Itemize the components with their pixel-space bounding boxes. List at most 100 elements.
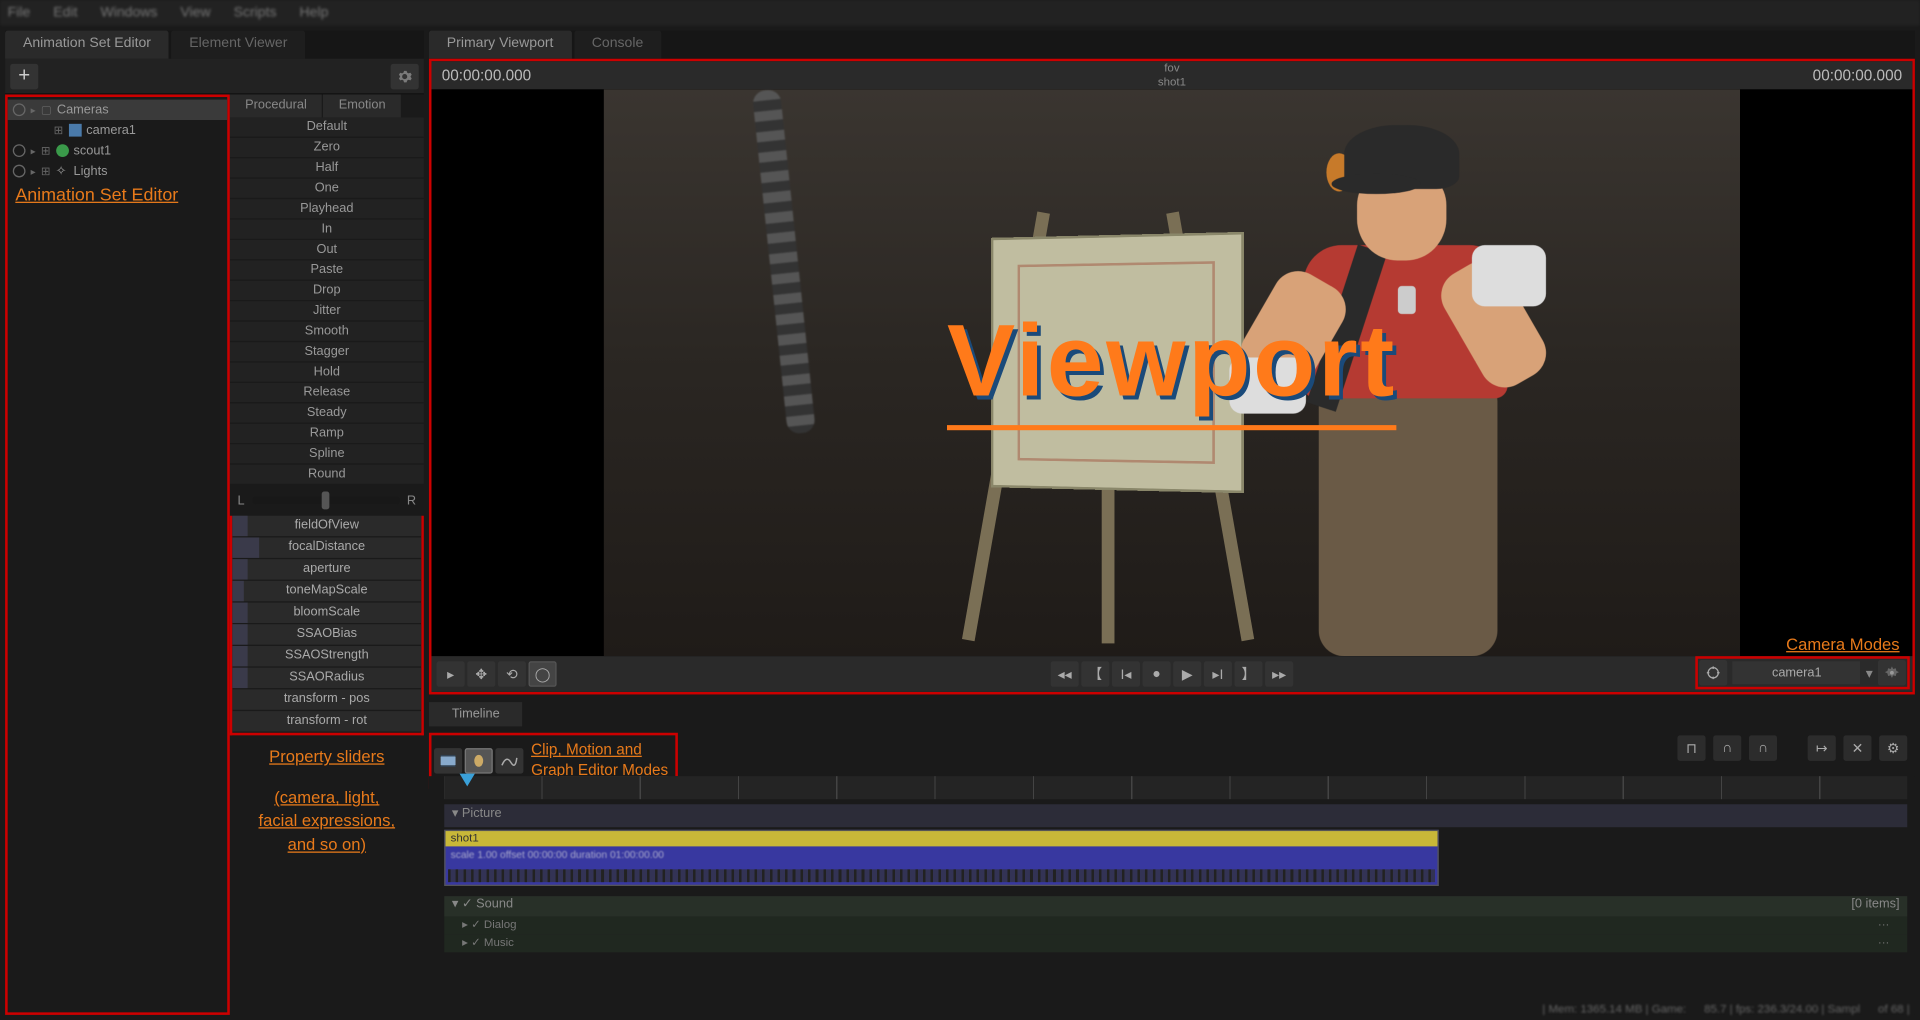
tree-item-camera1[interactable]: ⊞ camera1: [8, 120, 228, 140]
record-button[interactable]: ●: [1143, 661, 1171, 687]
preset-item[interactable]: In: [230, 220, 424, 240]
graph-icon: [500, 753, 518, 768]
property-slider[interactable]: SSAORadius: [232, 668, 421, 688]
tab-element-viewer[interactable]: Element Viewer: [171, 31, 305, 59]
play-button[interactable]: ▶: [1173, 661, 1201, 687]
tree-item-scout1[interactable]: ▸ ⊞ scout1: [8, 140, 228, 160]
property-slider[interactable]: SSAOBias: [232, 624, 421, 644]
settings-button[interactable]: [391, 63, 419, 89]
preset-item[interactable]: Playhead: [230, 199, 424, 219]
lr-balance-slider[interactable]: L R: [230, 485, 424, 516]
expand-box-icon[interactable]: ⊞: [41, 164, 51, 178]
track-label-sound[interactable]: ▾ ✓ Sound [0 items]: [444, 896, 1907, 916]
viewport-render[interactable]: Viewport: [431, 89, 1912, 656]
menu-help[interactable]: Help: [300, 5, 329, 20]
menu-file[interactable]: File: [8, 5, 31, 20]
preset-item[interactable]: Half: [230, 158, 424, 178]
expand-box-icon[interactable]: ▢: [41, 103, 52, 117]
property-slider[interactable]: toneMapScale: [232, 581, 421, 601]
tab-primary-viewport[interactable]: Primary Viewport: [429, 31, 571, 59]
expand-icon[interactable]: ▸: [31, 165, 36, 176]
next-clip-button[interactable]: 】: [1234, 661, 1262, 687]
preset-item[interactable]: Paste: [230, 260, 424, 280]
visibility-icon[interactable]: [13, 165, 26, 178]
tree-item-lights[interactable]: ▸ ⊞ ✧ Lights: [8, 161, 228, 181]
camera-dropdown-icon[interactable]: ▾: [1866, 664, 1873, 681]
menu-edit[interactable]: Edit: [53, 5, 77, 20]
skip-back-button[interactable]: ↦: [1808, 735, 1836, 761]
annotation-viewport: Viewport: [947, 303, 1397, 431]
clip-editor-button[interactable]: [434, 748, 462, 774]
expand-icon[interactable]: ▸: [31, 145, 36, 156]
slider-track[interactable]: [252, 497, 399, 505]
preset-item[interactable]: Steady: [230, 403, 424, 423]
preset-item[interactable]: Drop: [230, 281, 424, 301]
work-camera-button[interactable]: [1700, 660, 1728, 686]
timeline-gear-button[interactable]: ⚙: [1879, 735, 1907, 761]
menu-windows[interactable]: Windows: [100, 5, 157, 20]
tab-emotion[interactable]: Emotion: [323, 94, 400, 117]
timeline-ruler[interactable]: [444, 776, 1907, 799]
viewport-settings-button[interactable]: [1878, 660, 1906, 686]
motion-editor-button[interactable]: [465, 748, 493, 774]
slider-thumb-icon[interactable]: [322, 491, 330, 509]
visibility-icon[interactable]: [13, 103, 26, 116]
property-slider[interactable]: fieldOfView: [232, 516, 421, 536]
menu-bar[interactable]: File Edit Windows View Scripts Help: [0, 0, 1920, 26]
ffwd-button[interactable]: ▸▸: [1265, 661, 1293, 687]
tab-animation-set-editor[interactable]: Animation Set Editor: [5, 31, 169, 59]
expand-icon[interactable]: ▸: [31, 104, 36, 115]
menu-scripts[interactable]: Scripts: [234, 5, 277, 20]
shot-clip[interactable]: shot1 scale 1.00 offset 00:00:00 duratio…: [444, 830, 1439, 886]
add-button[interactable]: +: [10, 63, 38, 89]
preset-item[interactable]: Ramp: [230, 424, 424, 444]
preset-item[interactable]: Out: [230, 240, 424, 260]
preset-item[interactable]: Jitter: [230, 301, 424, 321]
snap-button[interactable]: ∩: [1713, 735, 1741, 761]
move-tool-button[interactable]: ✥: [467, 661, 495, 687]
tree-item-cameras[interactable]: ▸ ▢ Cameras: [8, 100, 228, 120]
preset-item[interactable]: Round: [230, 465, 424, 485]
preset-item[interactable]: One: [230, 179, 424, 199]
viewport-scene: Viewport: [604, 89, 1740, 656]
visibility-icon[interactable]: [13, 144, 26, 157]
property-slider[interactable]: aperture: [232, 559, 421, 579]
property-slider[interactable]: focalDistance: [232, 537, 421, 557]
track-dialog[interactable]: ▸ ✓ Dialog···: [444, 917, 1907, 935]
magnet-button[interactable]: ⊓: [1677, 735, 1705, 761]
filmstrip-icon: [439, 753, 457, 768]
orbit-tool-button[interactable]: ◯: [529, 661, 557, 687]
rewind-button[interactable]: ◂◂: [1051, 661, 1079, 687]
playhead-icon[interactable]: [460, 774, 475, 787]
rotate-tool-button[interactable]: ⟲: [498, 661, 526, 687]
property-slider[interactable]: transform - rot: [232, 711, 421, 731]
preset-item[interactable]: Spline: [230, 444, 424, 464]
prev-clip-button[interactable]: 【: [1081, 661, 1109, 687]
track-music[interactable]: ▸ ✓ Music···: [444, 934, 1907, 952]
preset-item[interactable]: Hold: [230, 363, 424, 383]
menu-view[interactable]: View: [180, 5, 210, 20]
track-picture[interactable]: ▾ Picture shot1 scale 1.00 offset 00:00:…: [444, 804, 1907, 952]
tab-procedural[interactable]: Procedural: [230, 94, 322, 117]
camera-select[interactable]: camera1: [1733, 661, 1861, 684]
preset-item[interactable]: Release: [230, 383, 424, 403]
viewport-topbar: 00:00:00.000 fov shot1 00:00:00.000: [431, 61, 1912, 89]
tab-timeline[interactable]: Timeline: [429, 701, 523, 725]
preset-item[interactable]: Zero: [230, 138, 424, 158]
tab-console[interactable]: Console: [574, 31, 661, 59]
expand-box-icon[interactable]: ⊞: [41, 144, 51, 158]
preset-item[interactable]: Smooth: [230, 322, 424, 342]
step-fwd-button[interactable]: ▸I: [1204, 661, 1232, 687]
graph-editor-button[interactable]: [495, 748, 523, 774]
property-slider[interactable]: transform - pos: [232, 689, 421, 709]
preset-item[interactable]: Default: [230, 117, 424, 137]
property-slider[interactable]: bloomScale: [232, 603, 421, 623]
mute-button[interactable]: ✕: [1843, 735, 1871, 761]
headphones-button[interactable]: ∩: [1749, 735, 1777, 761]
step-back-button[interactable]: I◂: [1112, 661, 1140, 687]
property-slider[interactable]: SSAOStrength: [232, 646, 421, 666]
expand-box-icon[interactable]: ⊞: [54, 123, 64, 137]
track-label-picture[interactable]: ▾ Picture: [444, 804, 1907, 827]
select-tool-button[interactable]: ▸: [437, 661, 465, 687]
preset-item[interactable]: Stagger: [230, 342, 424, 362]
